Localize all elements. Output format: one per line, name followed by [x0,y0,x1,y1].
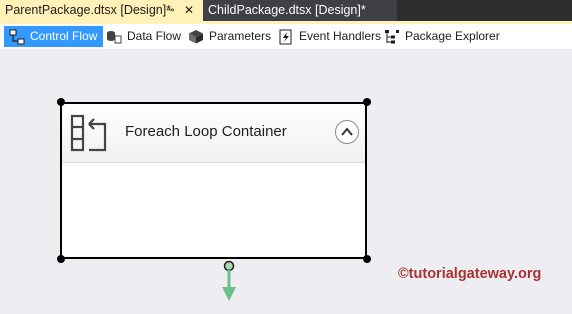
designer-tabs: Control Flow Data Flow Parameters Event … [0,24,572,49]
data-flow-icon [106,29,122,45]
control-flow-canvas[interactable]: Foreach Loop Container ©tutorialgateway.… [0,49,572,314]
resize-handle-bottom-right[interactable] [363,255,371,263]
resize-handle-bottom-left[interactable] [57,255,65,263]
tab-child-package[interactable]: ChildPackage.dtsx [Design]* [203,0,397,21]
foreach-loop-container[interactable]: Foreach Loop Container [60,102,367,259]
tab-label: ParentPackage.dtsx [Design]* [5,3,172,17]
watermark: ©tutorialgateway.org [398,266,542,282]
tab-parent-package[interactable]: ParentPackage.dtsx [Design]* ⊸ ✕ [0,0,203,21]
collapse-button[interactable] [335,120,359,144]
tab-event-handlers[interactable]: Event Handlers [278,26,381,47]
close-icon[interactable]: ✕ [184,0,194,21]
tab-label: Event Handlers [299,29,382,43]
control-flow-icon [9,29,25,45]
event-handlers-icon [278,29,294,45]
tab-parameters[interactable]: Parameters [188,26,271,47]
tab-label: Package Explorer [405,29,500,43]
foreach-loop-icon [70,114,108,157]
resize-handle-top-left[interactable] [57,98,65,106]
pin-icon[interactable]: ⊸ [166,0,174,21]
chevron-up-icon [341,127,353,136]
container-title: Foreach Loop Container [125,123,287,140]
precedence-connector[interactable] [221,259,237,304]
document-tab-strip: ParentPackage.dtsx [Design]* ⊸ ✕ ChildPa… [0,0,572,21]
tab-package-explorer[interactable]: Package Explorer [384,26,500,47]
tab-data-flow[interactable]: Data Flow [106,26,181,47]
tab-label: Data Flow [127,29,182,43]
tab-label: Control Flow [30,29,98,43]
tab-label: Parameters [209,29,272,43]
parameters-icon [188,29,204,45]
tab-label: ChildPackage.dtsx [Design]* [208,3,366,17]
container-header[interactable]: Foreach Loop Container [62,104,365,163]
package-explorer-icon [384,29,400,45]
tab-control-flow[interactable]: Control Flow [4,26,104,47]
resize-handle-top-right[interactable] [363,98,371,106]
